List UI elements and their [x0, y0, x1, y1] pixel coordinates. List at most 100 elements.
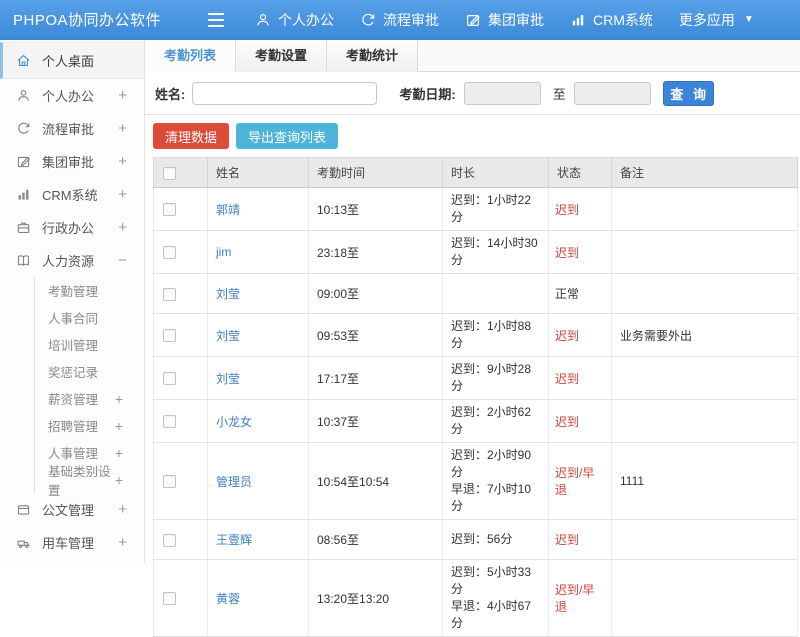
sidebar-item-group-approval[interactable]: 集团审批+ [0, 145, 144, 178]
duration-line: 迟到：9小时28分 [451, 361, 540, 395]
doc-icon [16, 502, 33, 517]
row-checkbox-cell [154, 314, 208, 357]
expand-icon[interactable]: + [115, 418, 123, 434]
expand-icon[interactable]: + [118, 87, 127, 104]
search-button[interactable]: 查 询 [663, 81, 714, 106]
row-checkbox[interactable] [163, 475, 176, 488]
row-remark-cell [612, 274, 798, 314]
sidebar-subitem-reward-punishment[interactable]: 奖惩记录 [35, 358, 144, 385]
employee-name-link[interactable]: 王壹辉 [216, 533, 252, 547]
employee-name-link[interactable]: 刘莹 [216, 329, 240, 343]
row-checkbox[interactable] [163, 203, 176, 216]
top-nav: 个人办公 流程审批 集团审批 CRM系统 更多应用▼ [255, 10, 754, 30]
attendance-table: 姓名 考勤时间 时长 状态 备注 郭靖10:13至迟到：1小时22分迟到jim2… [153, 157, 798, 637]
expand-icon[interactable]: + [118, 501, 127, 518]
sidebar-item-crm-system[interactable]: CRM系统+ [0, 178, 144, 211]
row-checkbox[interactable] [163, 534, 176, 547]
row-remark-cell [612, 560, 798, 637]
expand-icon[interactable]: + [118, 120, 127, 137]
expand-icon[interactable]: − [118, 252, 127, 269]
clean-data-button[interactable]: 清理数据 [153, 123, 229, 149]
table-row: 刘莹09:00至正常 [154, 274, 798, 314]
sidebar-subitem-recruitment-mgmt[interactable]: 招聘管理+ [35, 412, 144, 439]
row-checkbox[interactable] [163, 329, 176, 342]
row-name-cell: 刘莹 [208, 357, 309, 400]
row-checkbox[interactable] [163, 246, 176, 259]
tab-attendance-settings[interactable]: 考勤设置 [236, 40, 327, 72]
tab-attendance-list[interactable]: 考勤列表 [145, 40, 236, 72]
row-status-cell: 迟到 [549, 188, 612, 231]
sidebar-item-admin-office[interactable]: 行政办公+ [0, 211, 144, 244]
sidebar-subitem-label: 人事管理 [48, 443, 115, 462]
nav-item-personal-office[interactable]: 个人办公 [255, 10, 334, 30]
row-checkbox-cell [154, 443, 208, 520]
sidebar-item-vehicle-mgmt[interactable]: 用车管理+ [0, 526, 144, 559]
employee-name-link[interactable]: 黄蓉 [216, 592, 240, 606]
tab-attendance-stats[interactable]: 考勤统计 [327, 40, 418, 72]
sidebar-item-label: 行政办公 [42, 218, 118, 237]
expand-icon[interactable]: + [118, 219, 127, 236]
table-row: 刘莹17:17至迟到：9小时28分迟到 [154, 357, 798, 400]
sidebar-item-label: CRM系统 [42, 185, 118, 204]
book-icon [16, 253, 33, 268]
expand-icon[interactable]: + [118, 534, 127, 551]
row-checkbox[interactable] [163, 288, 176, 301]
date-to-label: 至 [553, 84, 566, 103]
expand-icon[interactable]: + [115, 445, 123, 461]
sidebar-item-human-resources[interactable]: 人力资源− [0, 244, 144, 277]
row-status-cell: 迟到 [549, 400, 612, 443]
nav-item-label: CRM系统 [593, 10, 653, 30]
row-duration-cell: 迟到：1小时88分 [443, 314, 549, 357]
row-remark-cell [612, 188, 798, 231]
date-to-input[interactable] [574, 82, 651, 105]
date-from-input[interactable] [464, 82, 541, 105]
menu-toggle-icon[interactable] [205, 11, 227, 29]
date-filter-label: 考勤日期: [399, 84, 455, 103]
select-all-checkbox[interactable] [163, 167, 176, 180]
sidebar-item-personal-office[interactable]: 个人办公+ [0, 79, 144, 112]
sidebar-subitem-label: 考勤管理 [48, 281, 144, 300]
row-status-cell: 迟到 [549, 231, 612, 274]
row-time-cell: 23:18至 [309, 231, 443, 274]
employee-name-link[interactable]: 刘莹 [216, 372, 240, 386]
sidebar-item-label: 用车管理 [42, 533, 118, 552]
export-list-button[interactable]: 导出查询列表 [236, 123, 338, 149]
employee-name-link[interactable]: 小龙女 [216, 415, 252, 429]
sidebar-subitem-label: 奖惩记录 [48, 362, 144, 381]
sidebar-item-workflow-approval[interactable]: 流程审批+ [0, 112, 144, 145]
sidebar-subitem-hr-contract[interactable]: 人事合同 [35, 304, 144, 331]
employee-name-link[interactable]: 管理员 [216, 475, 252, 489]
expand-icon[interactable]: + [115, 472, 123, 488]
sidebar-subitem-attendance-mgmt[interactable]: 考勤管理 [35, 277, 144, 304]
employee-name-link[interactable]: 刘莹 [216, 287, 240, 301]
employee-name-link[interactable]: 郭靖 [216, 203, 240, 217]
row-checkbox-cell [154, 188, 208, 231]
app-logo: PHPOA协同办公软件 [0, 9, 193, 30]
nav-item-workflow-approval[interactable]: 流程审批 [360, 10, 439, 30]
column-header-remark: 备注 [612, 158, 798, 188]
nav-item-more-apps[interactable]: 更多应用▼ [679, 10, 754, 30]
nav-item-label: 个人办公 [278, 10, 334, 30]
employee-name-link[interactable]: jim [216, 245, 231, 259]
sidebar-subitem-salary-mgmt[interactable]: 薪资管理+ [35, 385, 144, 412]
sidebar-item-personal-desktop[interactable]: 个人桌面 [0, 42, 144, 79]
sidebar-subitem-base-category-settings[interactable]: 基础类别设置+ [35, 466, 144, 493]
row-remark-cell [612, 400, 798, 443]
row-checkbox[interactable] [163, 415, 176, 428]
duration-line: 早退：4小时67分 [451, 598, 540, 632]
row-checkbox[interactable] [163, 592, 176, 605]
column-header-name: 姓名 [208, 158, 309, 188]
nav-item-group-approval[interactable]: 集团审批 [465, 10, 544, 30]
expand-icon[interactable]: + [115, 391, 123, 407]
row-checkbox[interactable] [163, 372, 176, 385]
nav-item-crm-system[interactable]: CRM系统 [570, 10, 653, 30]
expand-icon[interactable]: + [118, 153, 127, 170]
name-filter-input[interactable] [192, 82, 377, 105]
duration-line: 迟到：2小时62分 [451, 404, 540, 438]
user-icon [16, 88, 33, 103]
duration-line: 迟到：5小时33分 [451, 564, 540, 598]
sidebar-subitem-training-mgmt[interactable]: 培训管理 [35, 331, 144, 358]
expand-icon[interactable]: + [118, 186, 127, 203]
action-bar: 清理数据 导出查询列表 [145, 115, 800, 157]
duration-line: 迟到：1小时88分 [451, 318, 540, 352]
